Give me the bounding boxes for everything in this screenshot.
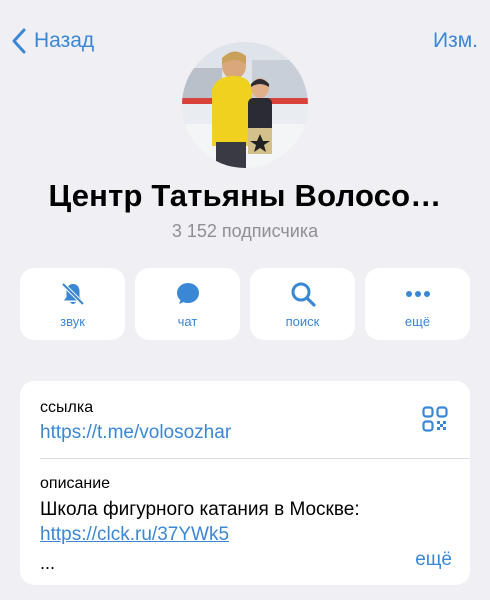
description-link[interactable]: https://clck.ru/37YWk5 bbox=[40, 524, 229, 546]
description-ellipsis: ... bbox=[40, 553, 56, 573]
channel-info-screen: Назад Изм. Центр Татьяны Волосо… 3 152 п… bbox=[0, 0, 490, 600]
info-card: ссылка https://t.me/volosozhar описание … bbox=[20, 381, 470, 585]
chat-bubble-icon bbox=[174, 280, 202, 308]
channel-title: Центр Татьяны Волосо… bbox=[48, 178, 442, 213]
mute-button[interactable]: звук bbox=[20, 268, 125, 340]
avatar-photo bbox=[182, 42, 308, 168]
back-label: Назад bbox=[34, 29, 95, 52]
back-button[interactable]: Назад bbox=[10, 25, 94, 57]
chat-label: чат bbox=[177, 313, 198, 329]
link-field-label: ссылка bbox=[40, 399, 94, 416]
search-icon bbox=[289, 280, 317, 308]
more-label: ещё bbox=[404, 313, 431, 329]
channel-link[interactable]: https://t.me/volosozhar bbox=[40, 422, 231, 444]
qr-code-icon[interactable] bbox=[422, 406, 448, 432]
description-text: Школа фигурного катания в Москве: bbox=[40, 499, 360, 520]
chevron-left-icon bbox=[12, 28, 26, 54]
bell-slash-icon bbox=[59, 280, 87, 308]
search-label: поиск bbox=[285, 313, 320, 329]
mute-label: звук bbox=[60, 313, 85, 329]
subscriber-count: 3 152 подписчика bbox=[171, 221, 319, 241]
divider bbox=[40, 458, 470, 459]
description-more-link[interactable]: ещё bbox=[415, 549, 452, 571]
action-bar: звук чат поиск ещё bbox=[20, 268, 470, 340]
description-field-label: описание bbox=[40, 475, 111, 492]
edit-button[interactable]: Изм. bbox=[433, 25, 478, 57]
search-button[interactable]: поиск bbox=[250, 268, 355, 340]
more-dots-icon bbox=[404, 280, 432, 308]
chat-button[interactable]: чат bbox=[135, 268, 240, 340]
more-button[interactable]: ещё bbox=[365, 268, 470, 340]
channel-avatar[interactable] bbox=[182, 42, 308, 168]
